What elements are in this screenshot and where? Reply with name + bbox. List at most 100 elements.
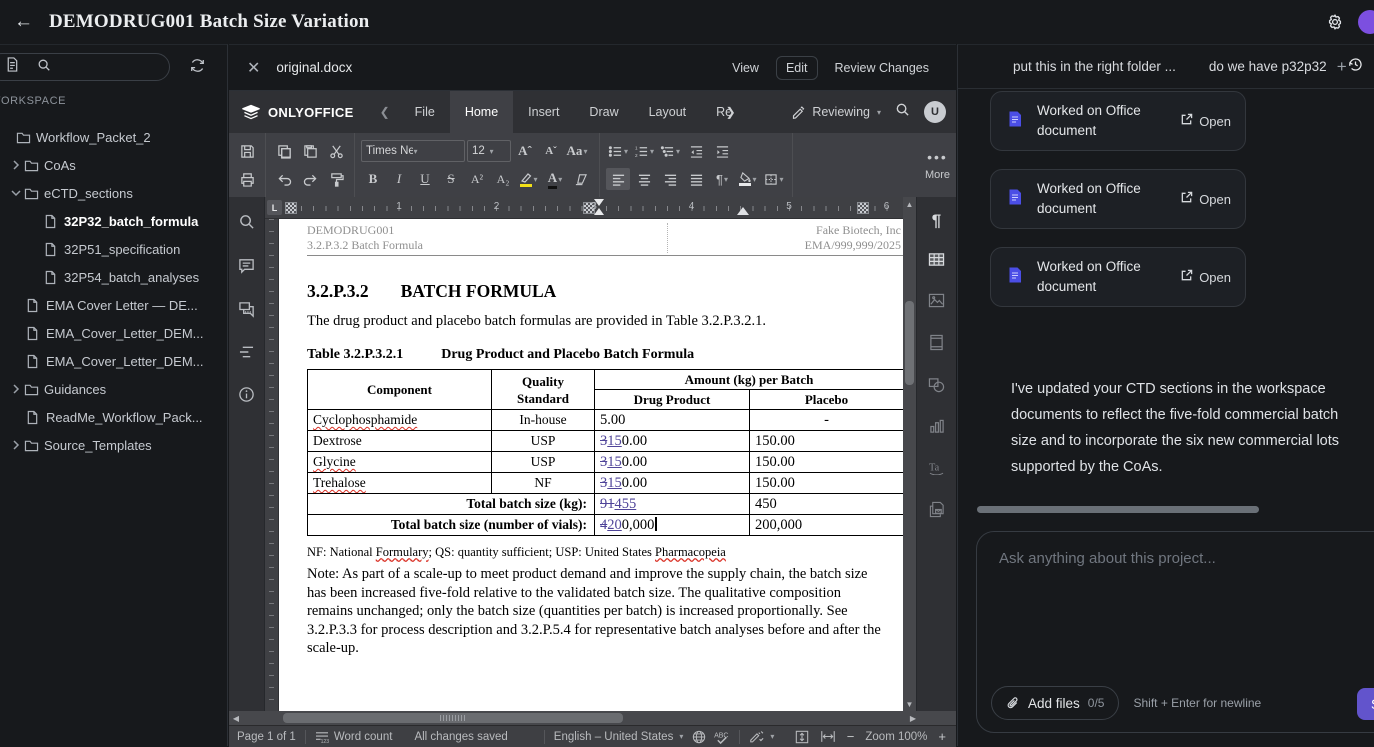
textart-settings-icon[interactable]: Ta xyxy=(928,460,945,480)
chevron-right-icon[interactable] xyxy=(8,384,24,394)
tree-item-10[interactable]: ReadMe_Workflow_Pack... xyxy=(0,403,228,431)
about-info-icon[interactable] xyxy=(238,386,255,408)
italic-button[interactable]: I xyxy=(387,168,411,190)
sidebar-search-input[interactable] xyxy=(0,53,170,81)
chevron-right-icon[interactable] xyxy=(8,440,24,450)
tabs-scroll-right-icon[interactable]: ❯ xyxy=(726,91,736,133)
tree-item-9[interactable]: Guidances xyxy=(0,375,228,403)
format-painter-button[interactable] xyxy=(324,168,348,190)
shape-settings-icon[interactable] xyxy=(928,377,945,398)
numbered-list-button[interactable]: 12▾ xyxy=(632,140,656,162)
underline-button[interactable]: U xyxy=(413,168,437,190)
total-vials-row[interactable]: Total batch size (number of vials):4200,… xyxy=(308,515,904,536)
chat-input-box[interactable]: Ask anything about this project... Add f… xyxy=(976,531,1374,733)
horizontal-scroll-thumb[interactable] xyxy=(283,713,623,723)
track-changes-toggle[interactable]: ▾ xyxy=(749,730,774,744)
batch-formula-table[interactable]: ComponentQuality StandardAmount (kg) per… xyxy=(307,369,903,536)
set-language-globe-icon[interactable] xyxy=(692,730,706,744)
tree-item-5[interactable]: 32P54_batch_analyses xyxy=(0,263,228,291)
zoom-out-button[interactable]: − xyxy=(847,729,855,744)
horizontal-ruler[interactable]: L 123456 xyxy=(265,197,903,219)
cut-button[interactable] xyxy=(324,140,348,162)
align-center-button[interactable] xyxy=(632,168,656,190)
open-document-link[interactable]: Open xyxy=(1180,191,1231,207)
page-count-status[interactable]: Page 1 of 1 xyxy=(237,731,296,743)
document-page[interactable]: DEMODRUG001 3.2.P.3.2 Batch Formula Fake… xyxy=(279,219,903,711)
scroll-up-icon[interactable]: ▲ xyxy=(903,197,916,211)
fit-page-icon[interactable] xyxy=(795,730,809,744)
editor-user-avatar[interactable]: U xyxy=(924,101,946,123)
highlight-color-button[interactable]: ▾ xyxy=(517,168,541,190)
horizontal-scrollbar[interactable]: ◀ ▶ xyxy=(229,711,956,725)
tree-item-2[interactable]: eCTD_sections xyxy=(0,179,228,207)
review-changes-button[interactable]: Review Changes xyxy=(826,57,939,79)
justify-button[interactable] xyxy=(684,168,708,190)
activity-card-0[interactable]: Worked on Office documentOpen xyxy=(990,91,1246,151)
navigation-headings-icon[interactable] xyxy=(238,345,255,364)
back-arrow-icon[interactable]: ← xyxy=(14,11,33,33)
ribbon-tab-layout[interactable]: Layout xyxy=(634,91,702,133)
settings-gear-icon[interactable] xyxy=(1326,13,1344,31)
increase-indent-button[interactable] xyxy=(710,140,734,162)
left-indent-marker[interactable] xyxy=(737,207,749,215)
paragraph-marks-button[interactable]: ¶▾ xyxy=(710,168,734,190)
activity-card-1[interactable]: Worked on Office documentOpen xyxy=(990,169,1246,229)
table-row[interactable]: TrehaloseNF3150.00150.00 xyxy=(308,473,904,494)
chat-tab-2[interactable]: do we have p32p32 xyxy=(1209,59,1327,74)
paste-button[interactable] xyxy=(298,140,322,162)
ribbon-tab-draw[interactable]: Draw xyxy=(574,91,633,133)
refresh-icon[interactable] xyxy=(189,57,206,79)
find-icon[interactable] xyxy=(238,213,255,235)
table-row[interactable]: DextroseUSP3150.00150.00 xyxy=(308,431,904,452)
borders-button[interactable]: ▾ xyxy=(762,168,786,190)
superscript-button[interactable]: A² xyxy=(465,168,489,190)
tree-item-11[interactable]: Source_Templates xyxy=(0,431,228,459)
comments-icon[interactable] xyxy=(238,257,255,279)
bullet-list-button[interactable]: ▾ xyxy=(606,140,630,162)
vertical-scrollbar[interactable]: ▲ ▼ xyxy=(903,197,916,711)
scroll-down-icon[interactable]: ▼ xyxy=(903,697,916,711)
font-color-button[interactable]: A▾ xyxy=(543,168,567,190)
open-document-link[interactable]: Open xyxy=(1180,269,1231,285)
word-count-button[interactable]: 123 Word count xyxy=(315,731,393,743)
language-selector[interactable]: English – United States▾ xyxy=(554,731,684,743)
toolbar-more-button[interactable]: ••• More xyxy=(919,133,956,197)
add-files-button[interactable]: Add files 0/5 xyxy=(991,686,1119,720)
font-size-select[interactable]: 12▾ xyxy=(467,140,511,162)
shading-button[interactable]: ▾ xyxy=(736,168,760,190)
zoom-in-button[interactable]: + xyxy=(938,729,946,744)
save-button[interactable] xyxy=(235,140,259,162)
send-button[interactable]: Send xyxy=(1357,688,1374,720)
increase-font-button[interactable]: Aˆ xyxy=(513,140,537,162)
tree-item-4[interactable]: 32P51_specification xyxy=(0,235,228,263)
decrease-indent-button[interactable] xyxy=(684,140,708,162)
multilevel-list-button[interactable]: ▾ xyxy=(658,140,682,162)
vertical-scroll-thumb[interactable] xyxy=(905,301,914,385)
close-icon[interactable]: ✕ xyxy=(247,58,260,78)
scroll-right-icon[interactable]: ▶ xyxy=(906,714,920,723)
vertical-ruler[interactable] xyxy=(265,219,279,711)
align-left-button[interactable] xyxy=(606,168,630,190)
tree-item-7[interactable]: EMA_Cover_Letter_DEM... xyxy=(0,319,228,347)
table-settings-icon[interactable] xyxy=(928,252,945,272)
undo-button[interactable] xyxy=(272,168,296,190)
strikethrough-button[interactable]: S xyxy=(439,168,463,190)
chat-icon[interactable] xyxy=(238,301,256,323)
open-document-link[interactable]: Open xyxy=(1180,113,1231,129)
chart-settings-icon[interactable] xyxy=(929,419,945,439)
copy-button[interactable] xyxy=(272,140,296,162)
tree-item-6[interactable]: EMA Cover Letter — DE... xyxy=(0,291,228,319)
user-avatar[interactable] xyxy=(1358,10,1374,34)
chevron-down-icon[interactable] xyxy=(8,189,24,197)
chat-tab-1[interactable]: put this in the right folder ... xyxy=(1013,59,1176,74)
new-chat-plus-icon[interactable]: + xyxy=(1337,57,1347,77)
change-case-button[interactable]: Aa▾ xyxy=(565,140,589,162)
scroll-left-icon[interactable]: ◀ xyxy=(229,714,243,723)
reviewing-dropdown[interactable]: Reviewing▾ xyxy=(791,105,881,120)
bold-button[interactable]: B xyxy=(361,168,385,190)
tree-item-1[interactable]: CoAs xyxy=(0,151,228,179)
panel-drag-handle[interactable] xyxy=(977,506,1259,513)
ruler-table-marker-2[interactable] xyxy=(857,202,869,214)
tab-stop-selector[interactable]: L xyxy=(267,200,282,215)
chevron-right-icon[interactable] xyxy=(8,160,24,170)
